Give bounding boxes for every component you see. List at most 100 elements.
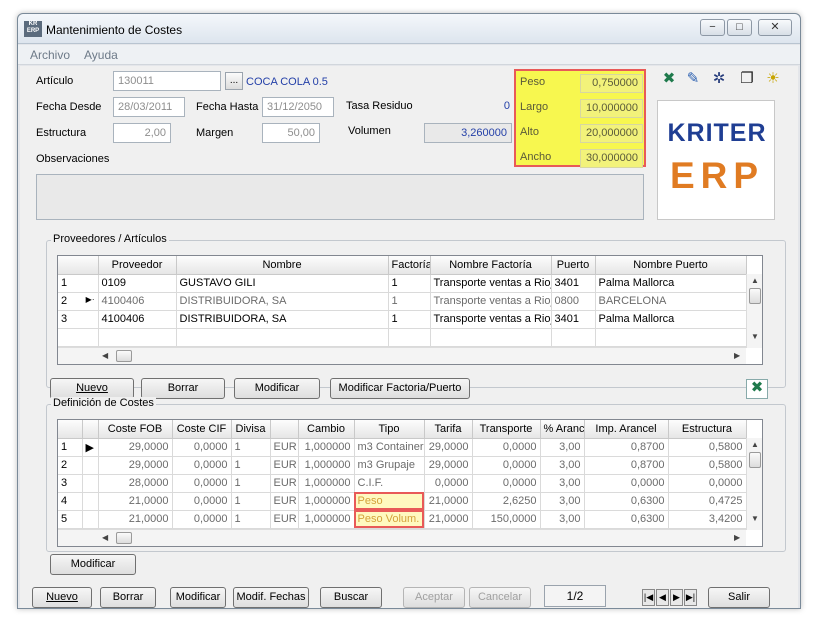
arancel-cell[interactable]: 3,00	[540, 456, 585, 475]
coste-fob-cell[interactable]: 21,0000	[98, 510, 173, 529]
col-header-transporte[interactable]: Transporte	[472, 420, 541, 439]
maximize-button[interactable]: □	[727, 19, 752, 36]
row-indicator-cell[interactable]	[82, 456, 99, 475]
transporte-cell[interactable]: 2,6250	[472, 492, 541, 511]
minimize-button[interactable]: −	[700, 19, 725, 36]
table-row[interactable]: 5 21,0000 0,0000 1 EUR 1,000000 Peso Volum. 21,…	[58, 510, 747, 529]
arancel-cell[interactable]: 3,00	[540, 492, 585, 511]
tipo-cell[interactable]: Peso Volum.	[354, 510, 425, 529]
nombre-factoria-cell[interactable]: Transporte ventas a Rioja	[430, 274, 552, 293]
imp-arancel-cell[interactable]: 0,8700	[584, 438, 669, 457]
transporte-cell[interactable]: 0,0000	[472, 474, 541, 493]
row-indicator-cell[interactable]	[82, 492, 99, 511]
coste-fob-cell[interactable]: 29,0000	[98, 438, 173, 457]
estructura-field[interactable]: 2,00	[113, 123, 171, 143]
col-header[interactable]	[270, 420, 299, 439]
imp-arancel-cell[interactable]: 0,8700	[584, 456, 669, 475]
puerto-cell[interactable]: 0800	[551, 292, 596, 311]
factoria-cell[interactable]: 1	[388, 310, 431, 329]
table-row[interactable]: 3 4100406 DISTRIBUIDORA, SA 1 Transporte ven…	[58, 310, 747, 329]
row-indicator-cell[interactable]	[82, 474, 99, 493]
proveedor-cell[interactable]: 0109	[98, 274, 177, 293]
modif-fechas-button[interactable]: Modif. Fechas	[233, 587, 309, 608]
col-header-nombre[interactable]: Nombre	[176, 256, 389, 275]
estructura-cell[interactable]: 0,5800	[668, 438, 747, 457]
col-header[interactable]	[58, 420, 83, 439]
divisa-cell[interactable]: 1	[231, 492, 271, 511]
coste-cif-cell[interactable]: 0,0000	[172, 474, 232, 493]
modificar-button[interactable]: Modificar	[170, 587, 226, 608]
table-row[interactable]: 2 29,0000 0,0000 1 EUR 1,000000 m3 Grupaje 29,0…	[58, 456, 747, 475]
excel-export-icon[interactable]: ✖	[746, 379, 768, 399]
coste-fob-cell[interactable]: 29,0000	[98, 456, 173, 475]
prev-record-button[interactable]: ◀	[656, 589, 669, 606]
col-header-tarifa[interactable]: Tarifa	[424, 420, 473, 439]
arancel-cell[interactable]: 3,00	[540, 510, 585, 529]
coste-cif-cell[interactable]: 0,0000	[172, 492, 232, 511]
nombre-factoria-cell[interactable]: Transporte ventas a Rioja	[430, 310, 552, 329]
factoria-cell[interactable]: 1	[388, 292, 431, 311]
estructura-cell[interactable]: 3,4200	[668, 510, 747, 529]
nombre-puerto-cell[interactable]: Palma Mallorca	[595, 274, 747, 293]
tipo-cell[interactable]: C.I.F.	[354, 474, 425, 493]
divisa-cell[interactable]: 1	[231, 438, 271, 457]
coste-cif-cell[interactable]: 0,0000	[172, 510, 232, 529]
nombre-cell[interactable]: DISTRIBUIDORA, SA	[176, 292, 389, 311]
col-header-coste-fob[interactable]: Coste FOB	[98, 420, 173, 439]
coste-cif-cell[interactable]: 0,0000	[172, 456, 232, 475]
proveedor-modificar-button[interactable]: Modificar	[234, 378, 320, 399]
tarifa-cell[interactable]: 21,0000	[424, 510, 473, 529]
coste-fob-cell[interactable]: 28,0000	[98, 474, 173, 493]
estructura-cell[interactable]: 0,0000	[668, 474, 747, 493]
articulo-field[interactable]: 130011	[113, 71, 221, 91]
table-row[interactable]: 1 ▶ 29,0000 0,0000 1 EUR 1,000000 m3 Container 2…	[58, 438, 747, 457]
last-record-button[interactable]: ▶|	[684, 589, 697, 606]
lightbulb-icon[interactable]: ☀	[765, 71, 781, 87]
divisa-cell[interactable]: 1	[231, 510, 271, 529]
col-header-arancel[interactable]: % Arancel	[540, 420, 585, 439]
coste-cif-cell[interactable]: 0,0000	[172, 438, 232, 457]
tarifa-cell[interactable]: 29,0000	[424, 456, 473, 475]
col-header-tipo[interactable]: Tipo	[354, 420, 425, 439]
col-header-factoria[interactable]: Factoría	[388, 256, 431, 275]
row-number-cell[interactable]: 2 ▶·	[58, 292, 99, 311]
tarifa-cell[interactable]: 21,0000	[424, 492, 473, 511]
next-record-button[interactable]: ▶	[670, 589, 683, 606]
moneda-cell[interactable]: EUR	[270, 456, 299, 475]
modificar-factoria-puerto-button[interactable]: Modificar Factoria/Puerto	[330, 378, 470, 399]
divisa-cell[interactable]: 1	[231, 474, 271, 493]
nombre-puerto-cell[interactable]: BARCELONA	[595, 292, 747, 311]
borrar-button[interactable]: Borrar	[100, 587, 156, 608]
row-indicator-cell[interactable]	[82, 510, 99, 529]
buscar-button[interactable]: Buscar	[320, 587, 382, 608]
arancel-cell[interactable]: 3,00	[540, 438, 585, 457]
puerto-cell[interactable]: 3401	[551, 274, 596, 293]
col-header-estructura[interactable]: Estructura	[668, 420, 747, 439]
costes-hscroll[interactable]: ◀ ▶	[58, 529, 746, 546]
col-header-imp-arancel[interactable]: Imp. Arancel	[584, 420, 669, 439]
windows-icon[interactable]: ❐	[739, 71, 755, 87]
ancho-field[interactable]: 30,000000	[580, 149, 643, 168]
arancel-cell[interactable]: 3,00	[540, 474, 585, 493]
estructura-cell[interactable]: 0,5800	[668, 456, 747, 475]
fecha-desde-field[interactable]: 28/03/2011	[113, 97, 185, 117]
costes-vscroll[interactable]: ▲ ▼	[746, 438, 762, 530]
proveedor-cell[interactable]: 4100406	[98, 292, 177, 311]
table-row[interactable]: 4 21,0000 0,0000 1 EUR 1,000000 Peso 21,0000 2,6…	[58, 492, 747, 511]
nombre-puerto-cell[interactable]: Palma Mallorca	[595, 310, 747, 329]
pencil-icon[interactable]: ✎	[685, 71, 701, 87]
divisa-cell[interactable]: 1	[231, 456, 271, 475]
nombre-cell[interactable]: DISTRIBUIDORA, SA	[176, 310, 389, 329]
col-header-nombre-factoria[interactable]: Nombre Factoría	[430, 256, 552, 275]
col-header-nombre-puerto[interactable]: Nombre Puerto	[595, 256, 747, 275]
menu-archivo[interactable]: Archivo	[30, 48, 70, 62]
row-number-cell[interactable]: 3	[58, 474, 83, 493]
transporte-cell[interactable]: 150,0000	[472, 510, 541, 529]
observaciones-field[interactable]	[36, 174, 644, 220]
col-header-proveedor[interactable]: Proveedor	[98, 256, 177, 275]
col-header-coste-cif[interactable]: Coste CIF	[172, 420, 232, 439]
imp-arancel-cell[interactable]: 0,0000	[584, 474, 669, 493]
col-header-puerto[interactable]: Puerto	[551, 256, 596, 275]
table-row[interactable]: 3 28,0000 0,0000 1 EUR 1,000000 C.I.F. 0,0000 0,…	[58, 474, 747, 493]
alto-field[interactable]: 20,000000	[580, 124, 643, 143]
